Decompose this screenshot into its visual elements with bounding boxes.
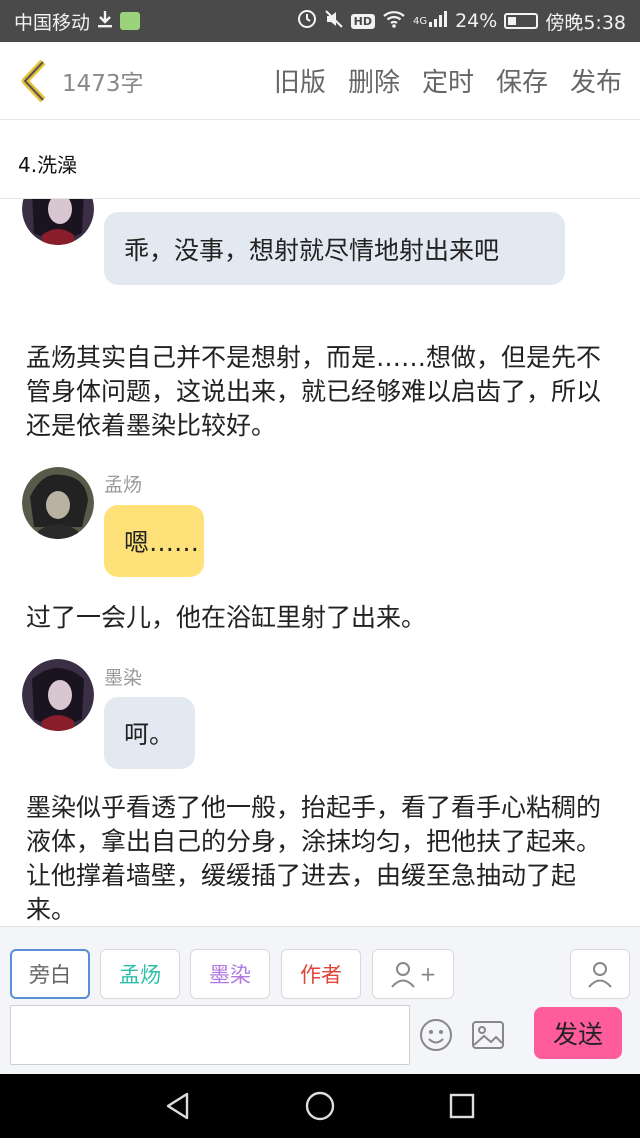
nav-recents-button[interactable] (444, 1088, 480, 1124)
image-icon (472, 1021, 504, 1049)
system-nav-bar (0, 1074, 640, 1138)
back-button[interactable] (8, 42, 60, 120)
signal-icon (428, 10, 448, 33)
avatar-moran[interactable] (22, 659, 94, 731)
alarm-icon (297, 9, 317, 34)
app-notification-icon (120, 12, 141, 30)
speaker-name: 孟炀 (104, 474, 143, 496)
add-role-button[interactable]: + (372, 949, 454, 999)
add-role-plus: + (419, 962, 437, 986)
person-icon (588, 962, 612, 988)
publish-button[interactable]: 发布 (570, 62, 622, 99)
word-count: 1473字 (62, 70, 144, 97)
role-mengyang-button[interactable]: 孟炀 (100, 949, 180, 999)
chapter-title[interactable]: 4.洗澡 (0, 121, 640, 199)
avatar-mengyang[interactable] (22, 467, 94, 539)
wifi-icon (382, 10, 406, 33)
narration-text[interactable]: 墨染似乎看透了他一般，抬起手，看了看手心粘稠的液体，拿出自己的分身，涂抹均匀，把… (26, 791, 616, 925)
contacts-button[interactable] (570, 949, 630, 999)
delete-button[interactable]: 删除 (348, 62, 400, 99)
message-input[interactable] (10, 1005, 410, 1065)
clock: 傍晚5:38 (545, 11, 626, 34)
role-narrator-button[interactable]: 旁白 (10, 949, 90, 999)
role-author-button[interactable]: 作者 (281, 949, 361, 999)
add-person-icon (390, 962, 415, 988)
hd-icon: HD (350, 13, 375, 29)
speaker-name: 墨染 (104, 667, 143, 689)
schedule-button[interactable]: 定时 (422, 62, 474, 99)
image-button[interactable] (470, 1017, 506, 1053)
save-button[interactable]: 保存 (496, 62, 548, 99)
emoji-icon (420, 1019, 452, 1051)
emoji-button[interactable] (418, 1017, 454, 1053)
download-icon (96, 9, 114, 34)
battery-percent: 24% (455, 10, 498, 32)
message-bubble[interactable]: 呵。 (104, 697, 195, 769)
network-type: 4G (412, 15, 428, 27)
composer-panel: 旁白 孟炀 墨染 作者 + 发送 (0, 926, 640, 1074)
message-bubble[interactable]: 乖，没事，想射就尽情地射出来吧 (104, 212, 565, 285)
square-recents-icon (449, 1093, 475, 1119)
narration-text[interactable]: 孟炀其实自己并不是想射，而是……想做，但是先不管身体问题，这说出来，就已经够难以… (26, 341, 616, 443)
carrier-label: 中国移动 (14, 11, 91, 34)
chevron-left-icon (21, 59, 46, 102)
nav-back-button[interactable] (160, 1088, 196, 1124)
status-bar: 中国移动 HD 4G 24% 傍晚5:38 (0, 0, 640, 42)
editor-header: 1473字 旧版 删除 定时 保存 发布 (0, 42, 640, 120)
mute-icon (324, 9, 344, 34)
message-bubble[interactable]: 嗯…… (104, 505, 204, 577)
story-content[interactable]: 乖，没事，想射就尽情地射出来吧 孟炀其实自己并不是想射，而是……想做，但是先不管… (0, 199, 640, 925)
triangle-back-icon (166, 1092, 189, 1120)
circle-home-icon (305, 1091, 335, 1121)
narration-text[interactable]: 过了一会儿，他在浴缸里射了出来。 (26, 601, 616, 635)
send-button[interactable]: 发送 (534, 1007, 622, 1059)
role-moran-button[interactable]: 墨染 (190, 949, 270, 999)
battery-icon (504, 13, 539, 29)
old-version-button[interactable]: 旧版 (274, 62, 326, 99)
nav-home-button[interactable] (302, 1088, 338, 1124)
avatar-moran[interactable] (22, 199, 94, 245)
